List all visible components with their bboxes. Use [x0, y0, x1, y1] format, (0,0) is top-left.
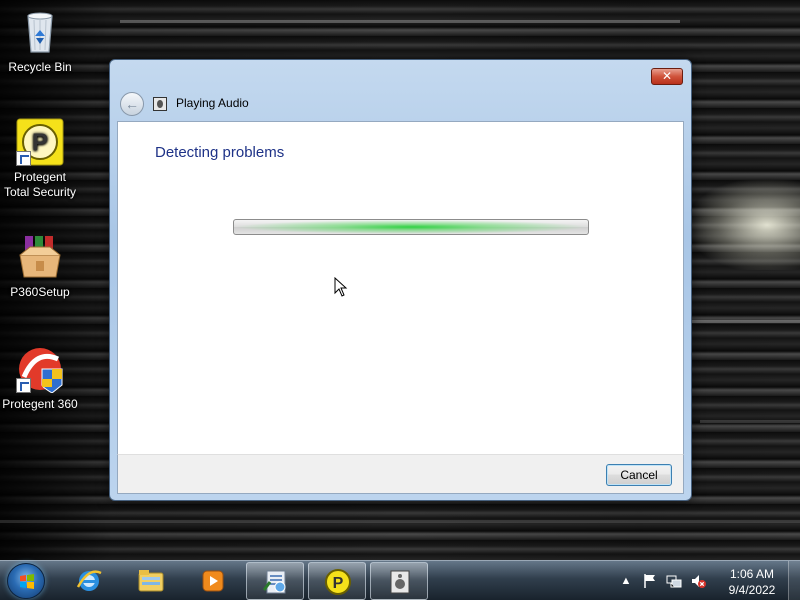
background-streak [0, 520, 800, 523]
desktop-icon-label: Total Security [3, 185, 77, 199]
windows-media-player-icon [202, 570, 224, 592]
troubleshooter-window: ✕ ← Playing Audio Detecting problems Can… [109, 59, 692, 501]
dialog-footer: Cancel [117, 454, 684, 494]
background-streak [700, 420, 800, 423]
show-hidden-icons-button[interactable]: ▲ [618, 573, 634, 589]
svg-text:P: P [333, 575, 344, 592]
winrar-archive-icon [16, 233, 64, 281]
protegent-total-security-icon: P [16, 118, 64, 166]
troubleshooter-icon [262, 570, 286, 594]
taskbar: P ▲ 1:06 AM 9/4/2022 [0, 560, 800, 600]
recycle-bin-icon [16, 8, 64, 56]
shortcut-arrow-icon [16, 151, 31, 166]
notification-area: ▲ 1:06 AM 9/4/2022 [612, 561, 800, 600]
playing-audio-icon [390, 570, 410, 594]
windows-explorer-icon [138, 570, 164, 592]
progress-bar [233, 219, 589, 235]
window-title: Playing Audio [176, 96, 249, 110]
speaker-icon [153, 97, 167, 111]
start-button[interactable] [7, 563, 45, 599]
desktop-icon-protegent-total-security[interactable]: P Protegent Total Security [0, 118, 80, 200]
desktop-icon-protegent-360[interactable]: Protegent 360 [0, 345, 80, 412]
taskbar-windows-explorer[interactable] [122, 562, 180, 600]
protegent-icon: P [325, 569, 351, 595]
windows-logo-icon [20, 574, 34, 589]
dialog-content: Detecting problems [117, 121, 684, 454]
clock-date: 9/4/2022 [728, 583, 776, 597]
taskbar-windows-media-player[interactable] [184, 562, 242, 600]
action-center-flag-icon[interactable] [642, 573, 658, 589]
system-clock[interactable]: 1:06 AM 9/4/2022 [716, 566, 788, 598]
desktop-icon-label: Protegent [13, 170, 67, 184]
progress-indicator [234, 220, 588, 234]
desktop-icon-label: Protegent 360 [2, 397, 78, 411]
desktop-icon-recycle-bin[interactable]: Recycle Bin [0, 8, 80, 75]
back-button[interactable]: ← [120, 92, 144, 116]
page-heading: Detecting problems [155, 144, 285, 161]
background-streak [690, 320, 800, 323]
cancel-button[interactable]: Cancel [606, 464, 672, 486]
protegent-360-icon [16, 345, 64, 394]
svg-text:P: P [32, 129, 48, 156]
taskbar-protegent[interactable]: P [308, 562, 366, 600]
taskbar-troubleshooter[interactable] [246, 562, 304, 600]
shortcut-arrow-icon [16, 378, 31, 393]
network-icon[interactable] [666, 573, 682, 589]
volume-muted-icon[interactable] [690, 573, 706, 589]
background-streak [120, 20, 680, 23]
clock-time: 1:06 AM [729, 567, 775, 581]
desktop-icon-p360setup[interactable]: P360Setup [0, 233, 80, 300]
taskbar-playing-audio[interactable] [370, 562, 428, 600]
desktop-icon-label: Recycle Bin [8, 60, 72, 74]
window-titlebar: ← Playing Audio [118, 90, 683, 118]
mouse-cursor-icon [334, 277, 348, 297]
taskbar-internet-explorer[interactable] [60, 562, 118, 600]
internet-explorer-icon [76, 570, 102, 591]
close-button[interactable]: ✕ [651, 68, 683, 85]
show-desktop-button[interactable] [788, 561, 800, 600]
desktop-icon-label: P360Setup [10, 285, 70, 299]
